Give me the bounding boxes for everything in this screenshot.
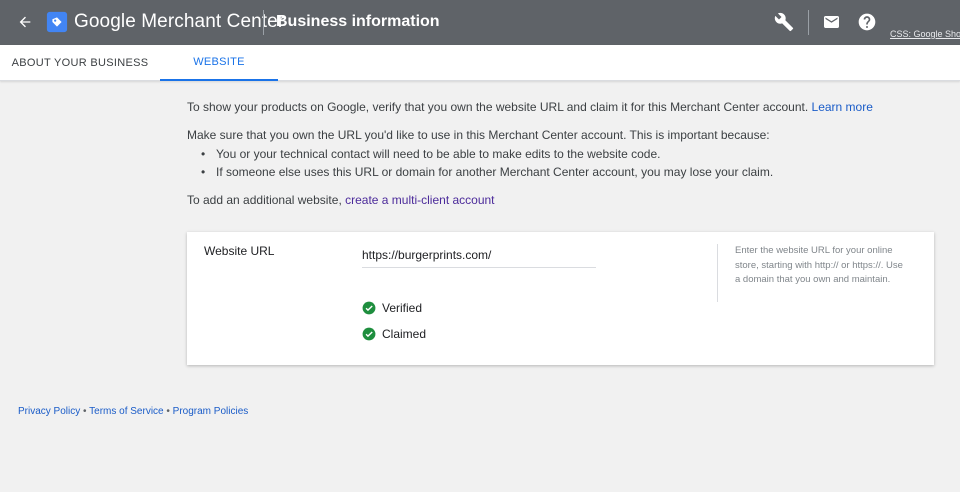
website-url-help-text: Enter the website URL for your online st… bbox=[735, 245, 903, 285]
notifications-button[interactable] bbox=[822, 13, 841, 31]
ownership-paragraph: Make sure that you own the URL you'd lik… bbox=[187, 128, 770, 142]
footer-links: Privacy Policy • Terms of Service • Prog… bbox=[18, 406, 248, 417]
merchant-center-logo-icon bbox=[46, 11, 68, 33]
privacy-policy-link[interactable]: Privacy Policy bbox=[18, 406, 80, 417]
list-item: You or your technical contact will need … bbox=[199, 145, 773, 163]
intro-paragraph: To show your products on Google, verify … bbox=[187, 99, 873, 116]
page-title: Business information bbox=[276, 13, 440, 30]
topbar-divider-right bbox=[808, 10, 809, 35]
list-item: If someone else uses this URL or domain … bbox=[199, 163, 773, 181]
ownership-reasons-list: You or your technical contact will need … bbox=[199, 145, 773, 181]
terms-of-service-link[interactable]: Terms of Service bbox=[89, 406, 163, 417]
topbar-divider bbox=[263, 10, 264, 35]
verified-label: Verified bbox=[382, 301, 423, 315]
additional-website-paragraph: To add an additional website, create a m… bbox=[187, 192, 495, 209]
claimed-status: Claimed bbox=[362, 327, 426, 341]
website-url-field[interactable]: https://burgerprints.com/ bbox=[362, 248, 596, 268]
footer-separator: • bbox=[163, 406, 173, 417]
help-icon bbox=[858, 13, 876, 31]
mail-icon bbox=[824, 16, 839, 28]
brand-name: Google Merchant Center bbox=[74, 11, 285, 32]
back-button[interactable] bbox=[14, 11, 36, 33]
check-circle-icon bbox=[362, 301, 376, 315]
website-url-card: Website URL https://burgerprints.com/ Ve… bbox=[187, 232, 934, 365]
multi-client-account-link[interactable]: create a multi-client account bbox=[345, 193, 494, 207]
learn-more-link[interactable]: Learn more bbox=[812, 100, 873, 114]
intro-text: To show your products on Google, verify … bbox=[187, 100, 812, 114]
program-policies-link[interactable]: Program Policies bbox=[173, 406, 249, 417]
card-divider bbox=[717, 244, 718, 302]
account-switcher[interactable]: CSS: Google Shopp bbox=[890, 29, 960, 39]
tab-about-your-business[interactable]: ABOUT YOUR BUSINESS bbox=[0, 45, 160, 81]
footer-separator: • bbox=[80, 406, 90, 417]
arrow-back-icon bbox=[19, 16, 31, 28]
tab-bar: ABOUT YOUR BUSINESS WEBSITE bbox=[0, 45, 960, 81]
help-button[interactable] bbox=[857, 12, 877, 32]
tab-website[interactable]: WEBSITE bbox=[160, 45, 278, 81]
additional-text: To add an additional website, bbox=[187, 193, 346, 207]
verified-status: Verified bbox=[362, 301, 422, 315]
claimed-label: Claimed bbox=[382, 327, 427, 341]
tools-button[interactable] bbox=[774, 12, 794, 32]
website-url-label: Website URL bbox=[204, 244, 275, 258]
top-app-bar: Google Merchant Center Business informat… bbox=[0, 0, 960, 45]
wrench-icon bbox=[774, 12, 794, 32]
check-circle-icon bbox=[362, 327, 376, 341]
